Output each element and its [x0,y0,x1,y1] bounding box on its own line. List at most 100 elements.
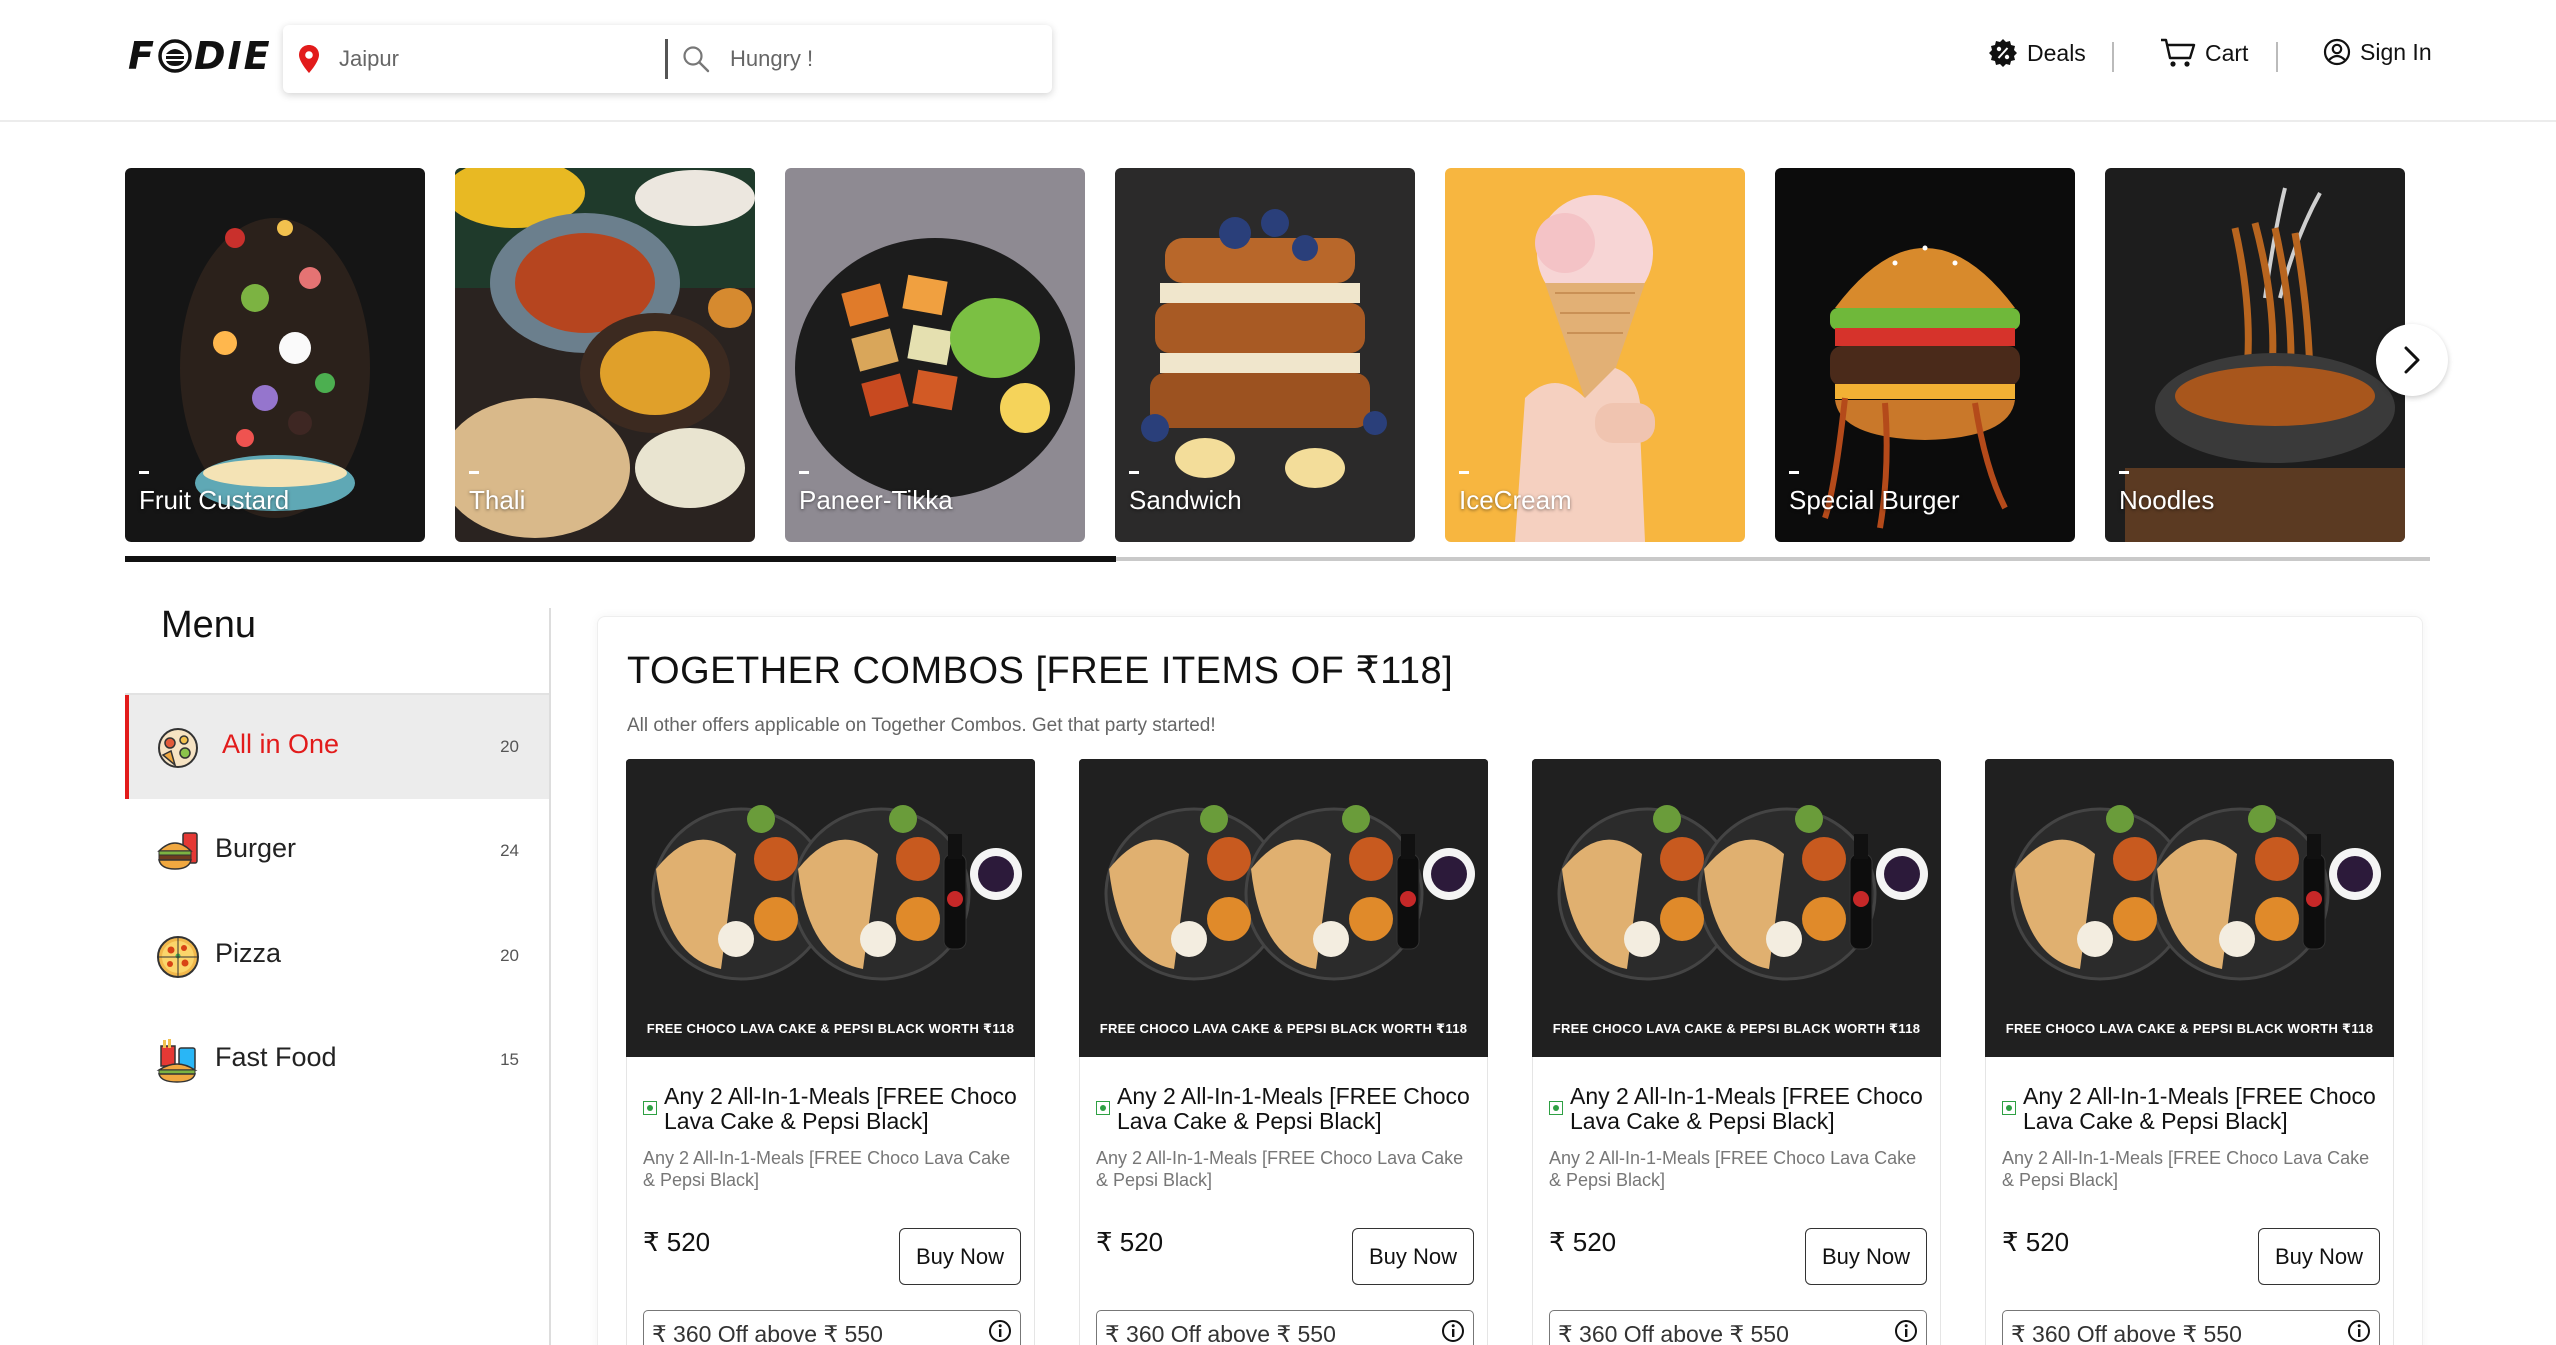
deals-link[interactable]: Deals [1988,38,2086,68]
product-body: Any 2 All-In-1-Meals [FREE Choco Lava Ca… [1985,1057,2394,1345]
offer-text: ₹ 360 Off above ₹ 550 [1105,1321,1336,1345]
offer-badge[interactable]: ₹ 360 Off above ₹ 550 [1549,1310,1927,1345]
pizza-icon [157,936,199,978]
offer-text: ₹ 360 Off above ₹ 550 [652,1321,883,1345]
info-icon[interactable] [988,1319,1012,1343]
product-card[interactable]: FREE CHOCO LAVA CAKE & PEPSI BLACK WORTH… [1532,759,1941,1345]
product-banner: FREE CHOCO LAVA CAKE & PEPSI BLACK WORTH… [2005,1021,2374,1036]
category-label: Special Burger [1789,485,1960,515]
combo-meal-image [1079,759,1488,1057]
carousel-scrollbar[interactable] [125,556,2430,562]
info-icon[interactable] [1894,1319,1918,1343]
buy-now-button[interactable]: Buy Now [899,1228,1021,1285]
veg-indicator-icon [1549,1101,1563,1115]
search-bar: Jaipur Hungry ! [283,25,1052,93]
category-card-paneer-tikka[interactable]: Paneer-Tikka [785,168,1085,542]
menu-item-count: 15 [500,1050,519,1069]
category-card-fruit-custard[interactable]: Fruit Custard [125,168,425,542]
offer-badge[interactable]: ₹ 360 Off above ₹ 550 [1096,1310,1474,1345]
category-label: Paneer-Tikka [799,485,953,515]
category-dash [1459,471,1469,474]
menu-item-label: Pizza [215,938,282,968]
product-image[interactable]: FREE CHOCO LAVA CAKE & PEPSI BLACK WORTH… [626,759,1035,1057]
menu-item-label: Fast Food [215,1042,337,1072]
menu-item-fast-food[interactable]: Fast Food 15 [125,1008,549,1112]
product-banner: FREE CHOCO LAVA CAKE & PEPSI BLACK WORTH… [646,1021,1015,1036]
category-dash [1789,471,1799,474]
product-name[interactable]: Any 2 All-In-1-Meals [FREE Choco Lava Ca… [1570,1084,1930,1134]
product-image[interactable]: FREE CHOCO LAVA CAKE & PEPSI BLACK WORTH… [1532,759,1941,1057]
product-card[interactable]: FREE CHOCO LAVA CAKE & PEPSI BLACK WORTH… [626,759,1035,1345]
product-name[interactable]: Any 2 All-In-1-Meals [FREE Choco Lava Ca… [2023,1084,2383,1134]
category-card-sandwich[interactable]: Sandwich [1115,168,1415,542]
menu-item-all-in-one[interactable]: All in One 20 [125,695,549,799]
header: F DIE Jaipur Hungry ! Deals Cart Sign In [0,0,2556,122]
chevron-right-icon [2404,346,2420,374]
product-body: Any 2 All-In-1-Meals [FREE Choco Lava Ca… [1532,1057,1941,1345]
location-field[interactable]: Jaipur [283,39,668,79]
nav-divider [2112,42,2114,72]
user-icon [2323,38,2351,66]
buy-now-button[interactable]: Buy Now [2258,1228,2380,1285]
fast-food-icon [156,1039,198,1083]
product-name[interactable]: Any 2 All-In-1-Meals [FREE Choco Lava Ca… [664,1084,1024,1134]
info-icon[interactable] [2347,1319,2371,1343]
menu-item-count: 20 [500,737,519,756]
category-card-noodles[interactable]: Noodles [2105,168,2405,542]
product-price: ₹ 520 [1096,1227,1164,1257]
product-card[interactable]: FREE CHOCO LAVA CAKE & PEPSI BLACK WORTH… [1079,759,1488,1345]
burger-logo-icon [158,39,192,73]
category-dash [469,471,479,474]
product-image[interactable]: FREE CHOCO LAVA CAKE & PEPSI BLACK WORTH… [1985,759,2394,1057]
menu-item-pizza[interactable]: Pizza 20 [125,904,549,1008]
combo-meal-image [626,759,1035,1057]
carousel-scrollbar-thumb[interactable] [125,556,1117,562]
veg-indicator-icon [643,1101,657,1115]
search-icon [683,46,710,73]
buy-now-button[interactable]: Buy Now [1352,1228,1474,1285]
product-body: Any 2 All-In-1-Meals [FREE Choco Lava Ca… [626,1057,1035,1345]
carousel-next-button[interactable] [2376,324,2448,396]
sign-in-label: Sign In [2360,38,2432,65]
category-dash [139,471,149,474]
category-card-special-burger[interactable]: Special Burger [1775,168,2075,542]
product-banner: FREE CHOCO LAVA CAKE & PEPSI BLACK WORTH… [1552,1021,1921,1036]
category-label: Noodles [2119,485,2215,515]
menu-title: Menu [161,604,257,646]
search-input[interactable]: Hungry ! [668,45,1052,73]
menu-item-count: 20 [500,946,519,965]
category-card-icecream[interactable]: IceCream [1445,168,1745,542]
fodie-logo[interactable]: F DIE [128,34,272,78]
section-subtitle: All other offers applicable on Together … [627,715,1216,736]
category-label: Fruit Custard [139,485,290,515]
menu-item-label: Burger [215,833,297,863]
offer-badge[interactable]: ₹ 360 Off above ₹ 550 [2002,1310,2380,1345]
veg-indicator-icon [2002,1101,2016,1115]
deals-label: Deals [2027,39,2086,66]
product-description: Any 2 All-In-1-Meals [FREE Choco Lava Ca… [1549,1148,1917,1190]
category-dash [2119,471,2129,474]
product-body: Any 2 All-In-1-Meals [FREE Choco Lava Ca… [1079,1057,1488,1345]
product-description: Any 2 All-In-1-Meals [FREE Choco Lava Ca… [1096,1148,1464,1190]
offer-text: ₹ 360 Off above ₹ 550 [2011,1321,2242,1345]
product-image[interactable]: FREE CHOCO LAVA CAKE & PEPSI BLACK WORTH… [1079,759,1488,1057]
deals-badge-icon [1989,39,2017,67]
offer-badge[interactable]: ₹ 360 Off above ₹ 550 [643,1310,1021,1345]
product-name[interactable]: Any 2 All-In-1-Meals [FREE Choco Lava Ca… [1117,1084,1477,1134]
category-card-thali[interactable]: Thali [455,168,755,542]
product-card[interactable]: FREE CHOCO LAVA CAKE & PEPSI BLACK WORTH… [1985,759,2394,1345]
offer-text: ₹ 360 Off above ₹ 550 [1558,1321,1789,1345]
veg-indicator-icon [1096,1101,1110,1115]
info-icon[interactable] [1441,1319,1465,1343]
nav-divider [2276,42,2278,72]
buy-now-button[interactable]: Buy Now [1805,1228,1927,1285]
location-pin-icon [299,45,319,73]
burger-icon [157,832,198,870]
product-description: Any 2 All-In-1-Meals [FREE Choco Lava Ca… [643,1148,1011,1190]
cart-link[interactable]: Cart [2160,38,2248,68]
category-label: Thali [469,485,526,515]
category-label: IceCream [1459,485,1572,515]
combo-meal-image [1985,759,2394,1057]
sign-in-link[interactable]: Sign In [2323,38,2432,66]
menu-item-burger[interactable]: Burger 24 [125,799,549,903]
